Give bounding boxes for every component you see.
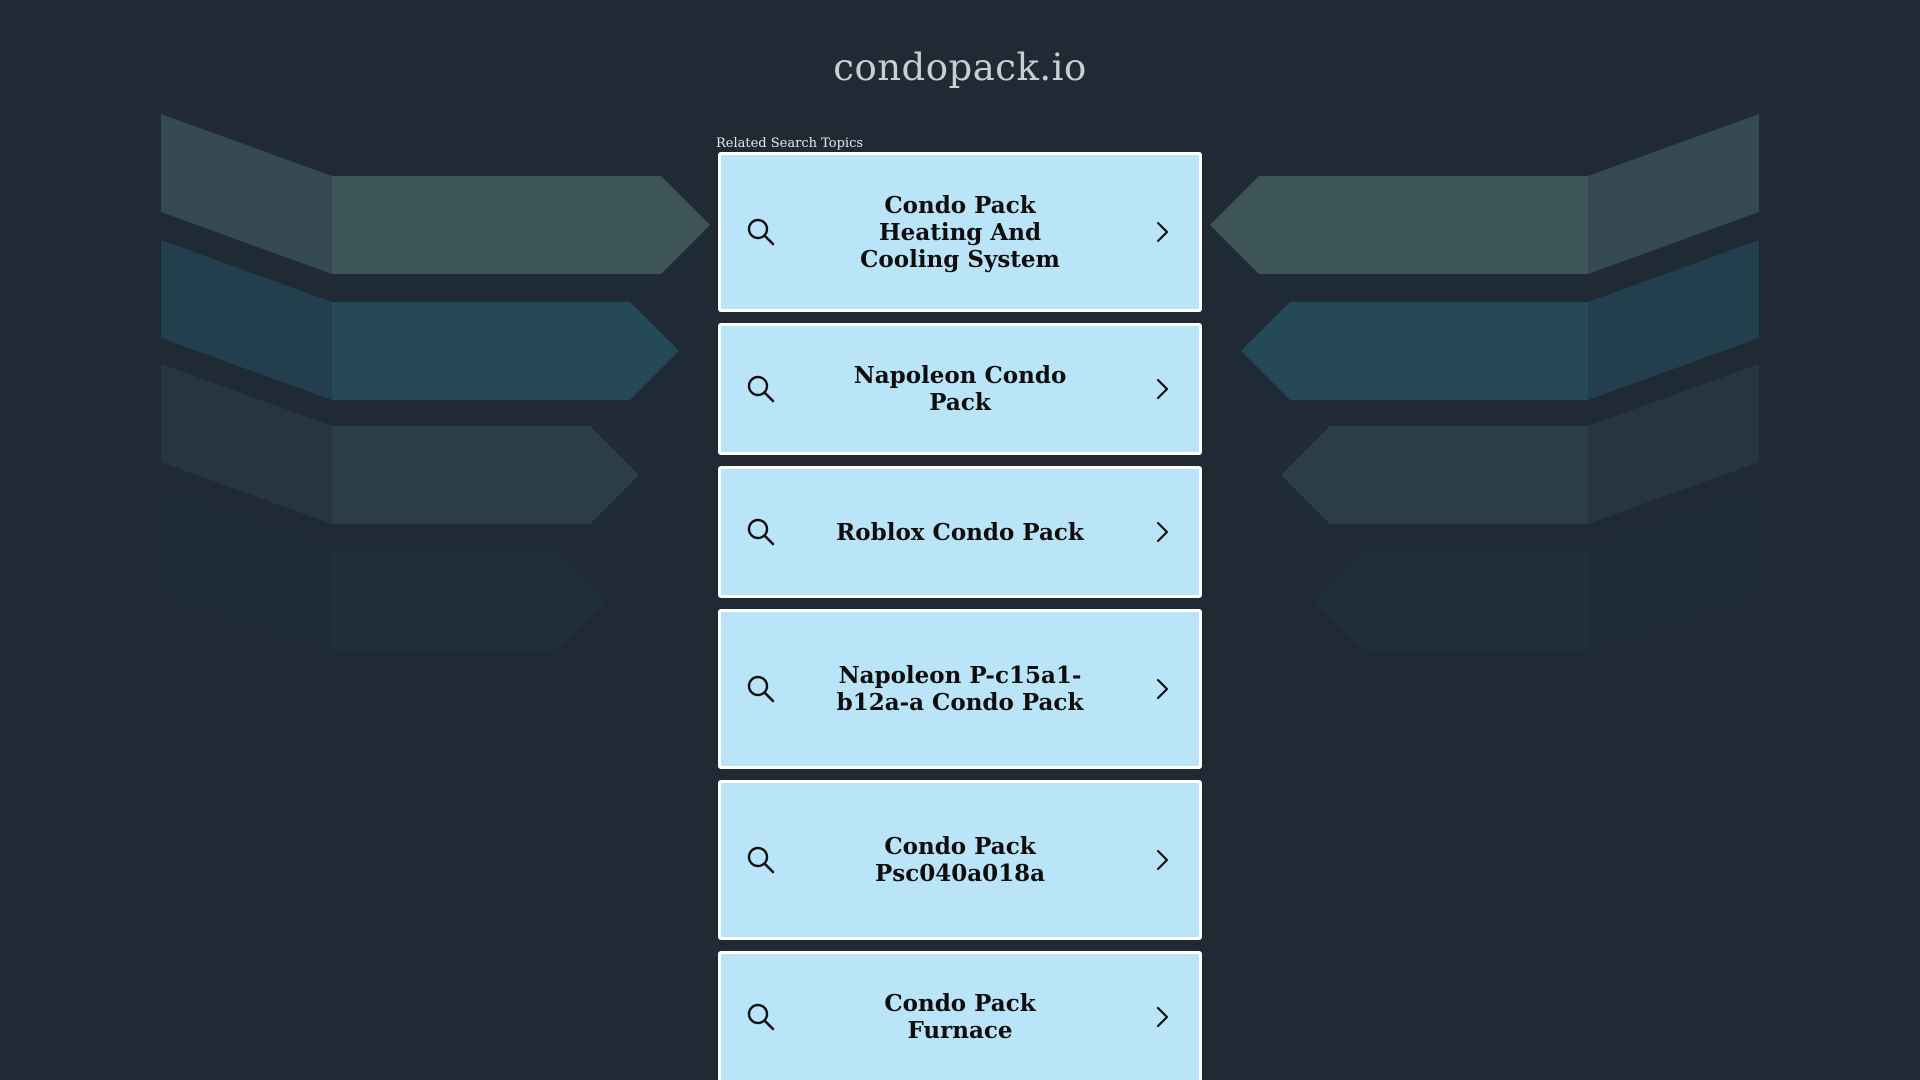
wing-right-row-2-inner (1241, 302, 1588, 400)
topic-link-1[interactable]: Condo Pack Heating And Cooling System (718, 152, 1202, 312)
chevron-right-icon (1156, 221, 1169, 243)
chevron-right-icon (1156, 378, 1169, 400)
chevron-right-icon (1156, 1006, 1169, 1028)
wing-right-row-1-inner (1210, 176, 1588, 274)
site-title: condopack.io (833, 46, 1087, 89)
search-icon (747, 518, 775, 546)
topic-link-3[interactable]: Roblox Condo Pack (718, 466, 1202, 598)
topic-link-6[interactable]: Condo Pack Furnace (718, 951, 1202, 1080)
wing-left-row-1-inner (332, 176, 710, 274)
related-search-label: Related Search Topics (716, 136, 864, 151)
topic-link-2[interactable]: Napoleon Condo Pack (718, 323, 1202, 455)
topic-label: Condo Pack Furnace (884, 990, 1036, 1044)
topic-label: Condo Pack Heating And Cooling System (860, 191, 1060, 273)
wing-left-row-4-inner (332, 552, 605, 650)
topic-link-5[interactable]: Condo Pack Psc040a018a (718, 780, 1202, 940)
topic-label: Napoleon P-c15a1-b12a-a Condo Pack (836, 662, 1084, 716)
search-icon (747, 218, 775, 246)
page: condopack.io Related Search Topics Condo… (0, 0, 1920, 1080)
wing-right-row-4-inner (1315, 552, 1588, 650)
topic-label: Condo Pack Psc040a018a (874, 833, 1046, 887)
wing-left-row-3-inner (332, 426, 639, 524)
chevron-right-icon (1156, 521, 1169, 543)
wing-right-row-3-inner (1281, 426, 1588, 524)
search-icon (747, 1003, 775, 1031)
search-icon (747, 675, 775, 703)
chevron-right-icon (1156, 849, 1169, 871)
topic-link-4[interactable]: Napoleon P-c15a1-b12a-a Condo Pack (718, 609, 1202, 769)
search-icon (747, 375, 775, 403)
search-icon (747, 846, 775, 874)
wing-left-row-2-inner (332, 302, 679, 400)
chevron-right-icon (1156, 678, 1169, 700)
related-topics-list: Condo Pack Heating And Cooling System Na… (718, 152, 1202, 1080)
topic-label: Roblox Condo Pack (836, 518, 1084, 546)
topic-label: Napoleon Condo Pack (853, 362, 1067, 416)
